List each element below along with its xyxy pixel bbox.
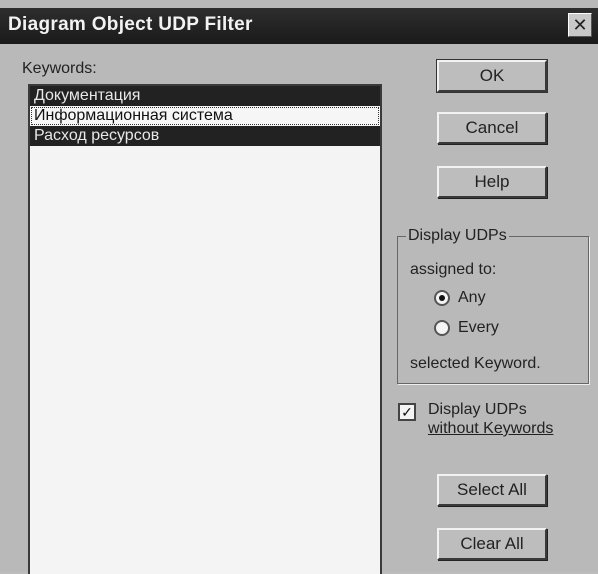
clear-all-button[interactable]: Clear All bbox=[437, 528, 547, 560]
help-button[interactable]: Help bbox=[437, 166, 547, 198]
checkbox-label-line2: without Keywords bbox=[428, 420, 554, 437]
window-title: Diagram Object UDP Filter bbox=[8, 14, 253, 35]
radio-indicator[interactable] bbox=[434, 320, 450, 336]
radio-every[interactable]: Every bbox=[434, 319, 499, 337]
group-footer: selected Keyword. bbox=[410, 355, 541, 372]
list-item[interactable]: Информационная система bbox=[30, 106, 380, 126]
keywords-listbox[interactable]: Документация Информационная система Расх… bbox=[28, 84, 382, 574]
display-udps-group: Display UDPs assigned to: Any Every sele… bbox=[397, 227, 589, 384]
keywords-label: Keywords: bbox=[22, 60, 97, 77]
ok-button[interactable]: OK bbox=[436, 59, 548, 93]
dialog-window: Diagram Object UDP Filter ✕ Keywords: До… bbox=[0, 0, 598, 574]
group-subtitle: assigned to: bbox=[410, 261, 497, 278]
radio-label: Every bbox=[458, 319, 499, 336]
display-without-keywords-checkbox[interactable]: ✓ Display UDPs without Keywords bbox=[398, 400, 553, 438]
cancel-button[interactable]: Cancel bbox=[437, 112, 547, 144]
group-legend: Display UDPs bbox=[406, 227, 509, 245]
close-icon: ✕ bbox=[572, 15, 588, 35]
list-item[interactable]: Документация bbox=[30, 86, 380, 106]
select-all-button[interactable]: Select All bbox=[437, 474, 547, 506]
radio-any[interactable]: Any bbox=[434, 289, 486, 307]
list-item[interactable]: Расход ресурсов bbox=[30, 126, 380, 146]
checkbox-label: Display UDPs without Keywords bbox=[428, 400, 553, 438]
close-button[interactable]: ✕ bbox=[568, 13, 592, 37]
radio-indicator[interactable] bbox=[434, 290, 450, 306]
checkbox-label-line1: Display UDPs bbox=[428, 401, 527, 418]
checkbox-indicator[interactable]: ✓ bbox=[398, 403, 416, 421]
title-bar[interactable]: Diagram Object UDP Filter ✕ bbox=[0, 8, 598, 44]
check-icon: ✓ bbox=[401, 404, 413, 420]
radio-label: Any bbox=[458, 289, 486, 306]
